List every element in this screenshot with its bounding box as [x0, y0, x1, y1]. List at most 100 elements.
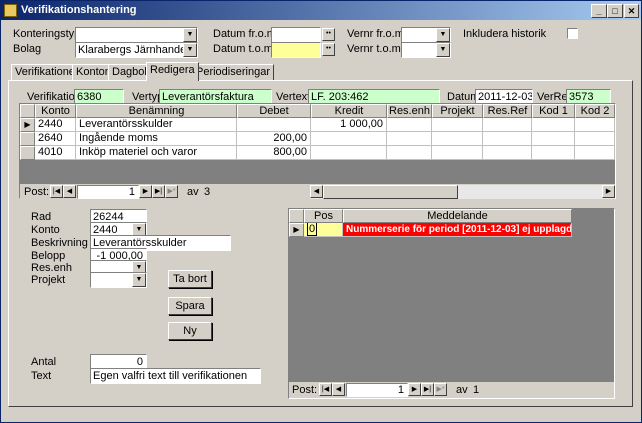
- col-resenh[interactable]: Res.enh: [387, 104, 432, 118]
- maximize-button[interactable]: □: [607, 4, 623, 18]
- vernr-from-label: Vernr fr.o.m: [347, 28, 404, 40]
- bolag-combo[interactable]: Klarabergs Järnhandel ▼: [75, 42, 198, 58]
- row-selector[interactable]: [20, 146, 35, 160]
- of-label: av: [187, 186, 199, 198]
- first-record-icon[interactable]: |◀: [319, 383, 332, 396]
- datum-tom-input[interactable]: [271, 42, 321, 58]
- chevron-down-icon[interactable]: ▼: [436, 43, 450, 57]
- cell-benamning[interactable]: Ingående moms: [76, 132, 237, 146]
- cell-benamning[interactable]: Leverantörsskulder: [76, 118, 237, 132]
- chevron-down-icon[interactable]: ▼: [436, 28, 450, 42]
- cell-resenh[interactable]: [387, 146, 432, 160]
- cell-konto[interactable]: 2440: [35, 118, 76, 132]
- cell-projekt[interactable]: [432, 132, 483, 146]
- cell-projekt[interactable]: [432, 118, 483, 132]
- verifikation-label: Verifikation: [27, 91, 81, 103]
- ny-button[interactable]: Ny: [168, 322, 212, 340]
- projekt-label: Projekt: [31, 274, 66, 286]
- spara-button[interactable]: Spara: [168, 297, 212, 315]
- cell-debet[interactable]: 200,00: [237, 132, 311, 146]
- minimize-button[interactable]: _: [591, 4, 607, 18]
- konteringstyp-combo[interactable]: ▼: [75, 27, 198, 43]
- col-projekt[interactable]: Projekt: [432, 104, 483, 118]
- msg-total-records: 1: [473, 384, 480, 396]
- close-button[interactable]: ✕: [624, 4, 639, 18]
- col-resref[interactable]: Res.Ref: [483, 104, 532, 118]
- vernr-tom-combo[interactable]: ▼: [401, 42, 451, 58]
- cell-kredit[interactable]: [311, 132, 387, 146]
- msg-record-number-input[interactable]: 1: [346, 383, 408, 397]
- msg-row-selector-current[interactable]: ▶: [289, 223, 304, 237]
- horizontal-scrollbar[interactable]: ◀ ▶: [310, 185, 615, 199]
- ta-bort-button[interactable]: Ta bort: [168, 270, 212, 288]
- cell-resenh[interactable]: [387, 132, 432, 146]
- vertext-label: Vertext: [276, 91, 311, 103]
- new-record-icon[interactable]: ▶*: [165, 185, 178, 198]
- datum-from-label: Datum fr.o.m: [213, 28, 276, 40]
- cell-resref[interactable]: [483, 118, 532, 132]
- chevron-down-icon[interactable]: ▼: [183, 43, 197, 57]
- col-konto[interactable]: Konto: [35, 104, 76, 118]
- cell-konto[interactable]: 4010: [35, 146, 76, 160]
- lines-navbar: Post: |◀ ◀ 1 ▶ ▶| ▶* av 3 ◀ ▶: [20, 184, 615, 200]
- chevron-down-icon[interactable]: ▼: [183, 28, 197, 42]
- col-meddelande[interactable]: Meddelande: [343, 209, 572, 223]
- msg-post-label: Post:: [292, 384, 318, 396]
- projekt-combo[interactable]: ▼: [90, 272, 147, 288]
- cell-kod2[interactable]: [575, 118, 615, 132]
- post-label: Post:: [24, 186, 50, 198]
- tab-periodiseringar[interactable]: Periodiseringar: [192, 64, 274, 80]
- cell-konto[interactable]: 2640: [35, 132, 76, 146]
- chevron-down-icon[interactable]: ▼: [132, 273, 146, 287]
- cell-meddelande[interactable]: Nummerserie för period [2011-12-03] ej u…: [343, 223, 572, 237]
- first-record-icon[interactable]: |◀: [50, 185, 63, 198]
- konto-label: Konto: [31, 224, 60, 236]
- cell-kod1[interactable]: [532, 146, 575, 160]
- scroll-left-icon[interactable]: ◀: [310, 185, 323, 198]
- tab-redigera[interactable]: Redigera: [146, 62, 199, 81]
- cell-resref[interactable]: [483, 146, 532, 160]
- col-pos[interactable]: Pos: [304, 209, 343, 223]
- prev-record-icon[interactable]: ◀: [63, 185, 76, 198]
- datum-from-picker-button[interactable]: ••: [322, 28, 335, 41]
- col-kod1[interactable]: Kod 1: [532, 104, 575, 118]
- datum-tom-picker-button[interactable]: ••: [322, 43, 335, 56]
- col-kod2[interactable]: Kod 2: [575, 104, 615, 118]
- record-number-input[interactable]: 1: [77, 185, 139, 199]
- scroll-thumb[interactable]: [323, 185, 458, 199]
- scroll-right-icon[interactable]: ▶: [602, 185, 615, 198]
- belopp-label: Belopp: [31, 250, 66, 262]
- historik-label: Inkludera historik: [463, 28, 547, 40]
- title-bar: Verifikationshantering _ □ ✕: [1, 1, 641, 20]
- cell-debet[interactable]: [237, 118, 311, 132]
- col-benamning[interactable]: Benämning: [76, 104, 237, 118]
- cell-debet[interactable]: 800,00: [237, 146, 311, 160]
- new-record-icon[interactable]: ▶*: [434, 383, 447, 396]
- cell-resref[interactable]: [483, 132, 532, 146]
- col-debet[interactable]: Debet: [237, 104, 311, 118]
- cell-benamning[interactable]: Inköp materiel och varor: [76, 146, 237, 160]
- cell-kod1[interactable]: [532, 118, 575, 132]
- datum-from-input[interactable]: [271, 27, 321, 43]
- row-selector[interactable]: [20, 132, 35, 146]
- cell-resenh[interactable]: [387, 118, 432, 132]
- text-field[interactable]: Egen valfri text till verifikationen: [90, 368, 261, 384]
- col-kredit[interactable]: Kredit: [311, 104, 387, 118]
- last-record-icon[interactable]: ▶|: [152, 185, 165, 198]
- cell-kredit[interactable]: 1 000,00: [311, 118, 387, 132]
- cell-pos[interactable]: 0: [304, 223, 343, 237]
- beskrivning-label: Beskrivning: [31, 237, 88, 249]
- last-record-icon[interactable]: ▶|: [421, 383, 434, 396]
- cell-kod1[interactable]: [532, 132, 575, 146]
- prev-record-icon[interactable]: ◀: [332, 383, 345, 396]
- historik-checkbox[interactable]: [567, 28, 578, 39]
- vernr-from-combo[interactable]: ▼: [401, 27, 451, 43]
- cell-kod2[interactable]: [575, 132, 615, 146]
- total-records: 3: [204, 186, 211, 198]
- next-record-icon[interactable]: ▶: [139, 185, 152, 198]
- next-record-icon[interactable]: ▶: [408, 383, 421, 396]
- cell-projekt[interactable]: [432, 146, 483, 160]
- cell-kod2[interactable]: [575, 146, 615, 160]
- row-selector-current[interactable]: ▶: [20, 118, 35, 132]
- cell-kredit[interactable]: [311, 146, 387, 160]
